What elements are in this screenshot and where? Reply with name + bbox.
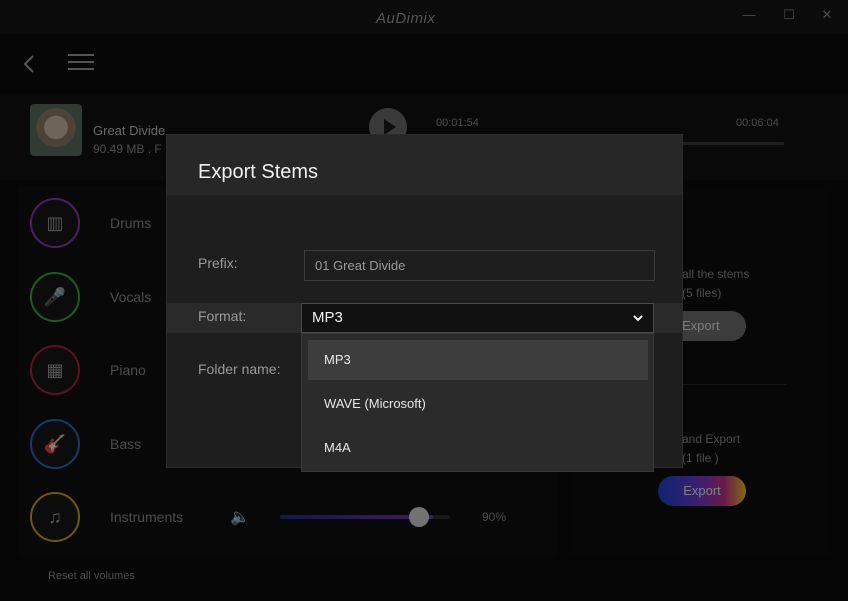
format-selected-value: MP3: [312, 309, 343, 326]
dialog-title: Export Stems: [198, 161, 319, 183]
format-dropdown-list: MP3 WAVE (Microsoft) M4A: [301, 333, 654, 472]
format-select[interactable]: MP3: [301, 303, 654, 333]
folder-name-label: Folder name:: [198, 361, 281, 377]
format-option-m4a[interactable]: M4A: [308, 428, 648, 468]
dialog-header: Export Stems: [167, 135, 682, 195]
format-label: Format:: [198, 308, 247, 324]
format-option-wave[interactable]: WAVE (Microsoft): [308, 384, 648, 424]
prefix-input[interactable]: 01 Great Divide: [304, 250, 655, 281]
prefix-label: Prefix:: [198, 255, 238, 271]
format-option-mp3[interactable]: MP3: [308, 340, 648, 380]
chevron-down-icon: [633, 315, 643, 322]
